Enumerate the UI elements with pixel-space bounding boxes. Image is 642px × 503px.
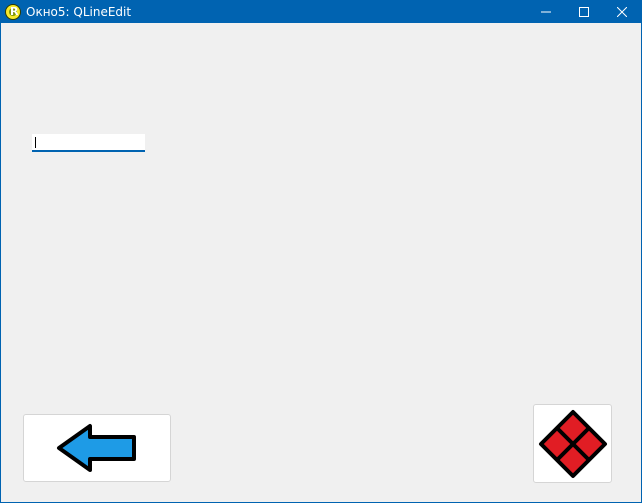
line-edit-input[interactable] (32, 134, 145, 152)
client-area (1, 23, 641, 502)
main-window: R Окно5: QLineEdit (0, 0, 642, 503)
window-controls (527, 1, 641, 23)
close-icon (617, 7, 627, 17)
minimize-icon (541, 11, 551, 13)
back-button[interactable] (23, 414, 171, 482)
left-arrow-icon (57, 424, 136, 472)
minimize-button[interactable] (527, 1, 565, 23)
red-diamond-button[interactable] (533, 404, 612, 483)
app-icon: R (5, 4, 21, 20)
text-caret (35, 137, 36, 148)
close-button[interactable] (603, 1, 641, 23)
title-bar[interactable]: R Окно5: QLineEdit (1, 1, 641, 23)
maximize-icon (579, 7, 589, 17)
window-title: Окно5: QLineEdit (26, 5, 132, 19)
red-diamond-grid-icon (538, 409, 607, 478)
maximize-button[interactable] (565, 1, 603, 23)
app-icon-glyph: R (10, 5, 19, 18)
